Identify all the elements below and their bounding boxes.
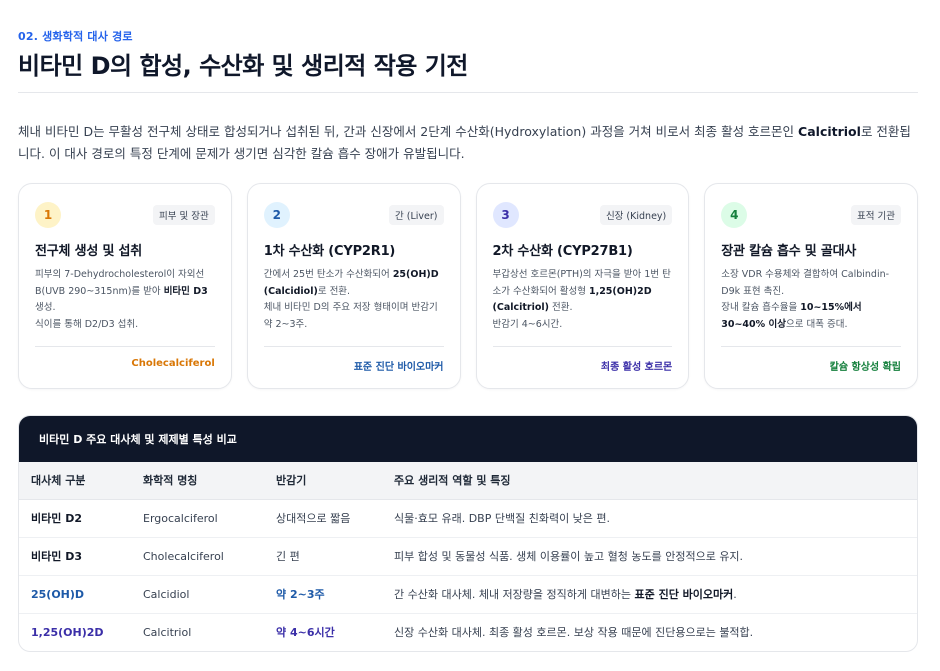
column-header: 반감기: [266, 462, 384, 500]
role-text: 식물·효모 유래. DBP 단백질 친화력이 낮은 편.: [394, 512, 611, 525]
column-header: 화학적 명칭: [133, 462, 266, 500]
role-description: 피부 합성 및 동물성 식품. 생체 이용률이 높고 혈청 농도를 안정적으로 …: [384, 537, 917, 576]
metabolite-name: 비타민 D2: [19, 499, 133, 538]
desc-text: 반감기 4~6시간.: [492, 318, 563, 330]
card-title: 장관 칼슘 흡수 및 골대사: [721, 244, 857, 259]
card-footer-label: Cholecalciferol: [131, 358, 215, 369]
step-number-badge: 2: [263, 202, 290, 228]
intro-highlight: Calcitriol: [798, 124, 861, 139]
half-life: 긴 편: [266, 537, 384, 576]
card-title: 1차 수산화 (CYP2R1): [263, 244, 396, 259]
organ-tag: 표적 기관: [851, 205, 901, 225]
chemical-name: Cholecalciferol: [133, 537, 266, 576]
card-divider: [35, 346, 215, 347]
role-description: 식물·효모 유래. DBP 단백질 친화력이 낮은 편.: [384, 499, 917, 538]
intro-text-1: 체내 비타민 D는 무활성 전구체 상태로 합성되거나 섭취된 뒤, 간과 신장…: [18, 124, 799, 139]
card-footer-label: 칼슘 항상성 확립: [829, 362, 901, 373]
desc-text: 로 전환.: [317, 285, 351, 297]
table-row: 비타민 D3 Cholecalciferol 긴 편 피부 합성 및 동물성 식…: [19, 537, 917, 576]
desc-text: 간에서 25번 탄소가 수산화되어: [263, 269, 393, 280]
column-header: 주요 생리적 역할 및 특징: [384, 462, 917, 500]
card-description: 간에서 25번 탄소가 수산화되어 25(OH)D (Calcidiol)로 전…: [264, 267, 444, 333]
chemical-name: Ergocalciferol: [133, 499, 266, 538]
card-divider: [492, 346, 673, 347]
desc-text: 전환.: [548, 302, 573, 313]
organ-tag: 피부 및 장관: [153, 205, 215, 225]
pathway-card-1: 1 피부 및 장관 전구체 생성 및 섭취 피부의 7-Dehydrochole…: [18, 183, 232, 389]
pathway-cards: 1 피부 및 장관 전구체 생성 및 섭취 피부의 7-Dehydrochole…: [18, 183, 918, 389]
table-row: 비타민 D2 Ergocalciferol 상대적으로 짧음 식물·효모 유래.…: [19, 499, 917, 538]
desc-text: 생성.: [35, 302, 56, 313]
card-description: 피부의 7-Dehydrocholesterol이 자외선 B(UVB 290~…: [35, 267, 215, 333]
desc-highlight: 비타민 D3: [163, 285, 208, 297]
step-number-badge: 3: [492, 202, 519, 228]
pathway-card-2: 2 간 (Liver) 1차 수산화 (CYP2R1) 간에서 25번 탄소가 …: [246, 183, 461, 389]
metabolite-name: 1,25(OH)2D: [31, 625, 104, 639]
desc-text: 장내 칼슘 흡수율을: [721, 302, 801, 313]
card-divider: [721, 346, 901, 347]
column-header: 대사체 구분: [19, 462, 133, 500]
desc-text: 식이를 통해 D2/D3 섭취.: [35, 318, 139, 330]
comparison-table: 비타민 D 주요 대사체 및 제제별 특성 비교 대사체 구분 화학적 명칭 반…: [18, 415, 918, 652]
table-row: 25(OH)D Calcidiol 약 2~3주 간 수산화 대사체. 체내 저…: [19, 575, 917, 614]
page-title: 비타민 D의 합성, 수산화 및 생리적 작용 기전: [18, 52, 468, 80]
card-footer-label: 최종 활성 호르몬: [600, 362, 673, 373]
half-life: 약 4~6시간: [276, 626, 335, 640]
metabolite-name: 비타민 D3: [19, 537, 133, 576]
chemical-name: Calcitriol: [143, 625, 192, 639]
role-description: 간 수산화 대사체. 체내 저장량을 정직하게 대변하는 표준 진단 바이오마커…: [384, 575, 917, 614]
section-eyebrow: 02. 생화학적 대사 경로: [18, 30, 133, 43]
title-divider: [18, 92, 918, 93]
metabolite-name: 25(OH)D: [19, 575, 133, 614]
card-footer-label: 표준 진단 바이오마커: [353, 362, 444, 373]
card-title: 전구체 생성 및 섭취: [35, 244, 143, 259]
card-description: 부갑상선 호르몬(PTH)의 자극을 받아 1번 탄소가 수산화되어 활성형 1…: [493, 267, 673, 333]
role-highlight: 표준 진단 바이오마커: [634, 588, 734, 601]
organ-tag: 신장 (Kidney): [599, 205, 673, 225]
half-life: 상대적으로 짧음: [266, 499, 384, 538]
page: 02. 생화학적 대사 경로 비타민 D의 합성, 수산화 및 생리적 작용 기…: [0, 0, 940, 671]
card-divider: [263, 346, 444, 347]
role-description: 신장 수산화 대사체. 최종 활성 호르몬. 보상 작용 때문에 진단용으로는 …: [384, 613, 917, 651]
role-text: 간 수산화 대사체. 체내 저장량을 정직하게 대변하는: [394, 588, 635, 601]
table-row: 1,25(OH)2D Calcitriol 약 4~6시간 신장 수산화 대사체…: [19, 613, 917, 651]
role-text: 신장 수산화 대사체. 최종 활성 호르몬. 보상 작용 때문에 진단용으로는 …: [394, 626, 754, 640]
desc-text: 으로 대폭 증대.: [785, 318, 848, 330]
step-number-badge: 1: [35, 202, 61, 228]
role-text: 피부 합성 및 동물성 식품. 생체 이용률이 높고 혈청 농도를 안정적으로 …: [394, 550, 744, 563]
metabolite-table: 대사체 구분 화학적 명칭 반감기 주요 생리적 역할 및 특징 비타민 D2 …: [19, 462, 917, 651]
table-header-row: 대사체 구분 화학적 명칭 반감기 주요 생리적 역할 및 특징: [19, 462, 917, 500]
intro-paragraph: 체내 비타민 D는 무활성 전구체 상태로 합성되거나 섭취된 뒤, 간과 신장…: [18, 121, 918, 165]
chemical-name: Calcidiol: [133, 575, 266, 614]
role-text: .: [733, 588, 737, 601]
organ-tag: 간 (Liver): [389, 205, 444, 225]
card-title: 2차 수산화 (CYP27B1): [492, 244, 633, 259]
table-heading: 비타민 D 주요 대사체 및 제제별 특성 비교: [19, 416, 917, 462]
pathway-card-3: 3 신장 (Kidney) 2차 수산화 (CYP27B1) 부갑상선 호르몬(…: [475, 183, 690, 389]
step-number-badge: 4: [721, 202, 748, 228]
desc-text: 체내 비타민 D의 주요 저장 형태이며 반감기 약 2~3주.: [263, 302, 438, 330]
desc-text: 소장 VDR 수용체와 결합하여 Calbindin-D9k 표현 촉진.: [721, 269, 890, 297]
pathway-card-4: 4 표적 기관 장관 칼슘 흡수 및 골대사 소장 VDR 수용체와 결합하여 …: [704, 183, 918, 389]
half-life: 약 2~3주: [266, 575, 384, 614]
card-description: 소장 VDR 수용체와 결합하여 Calbindin-D9k 표현 촉진. 장내 …: [721, 267, 901, 333]
